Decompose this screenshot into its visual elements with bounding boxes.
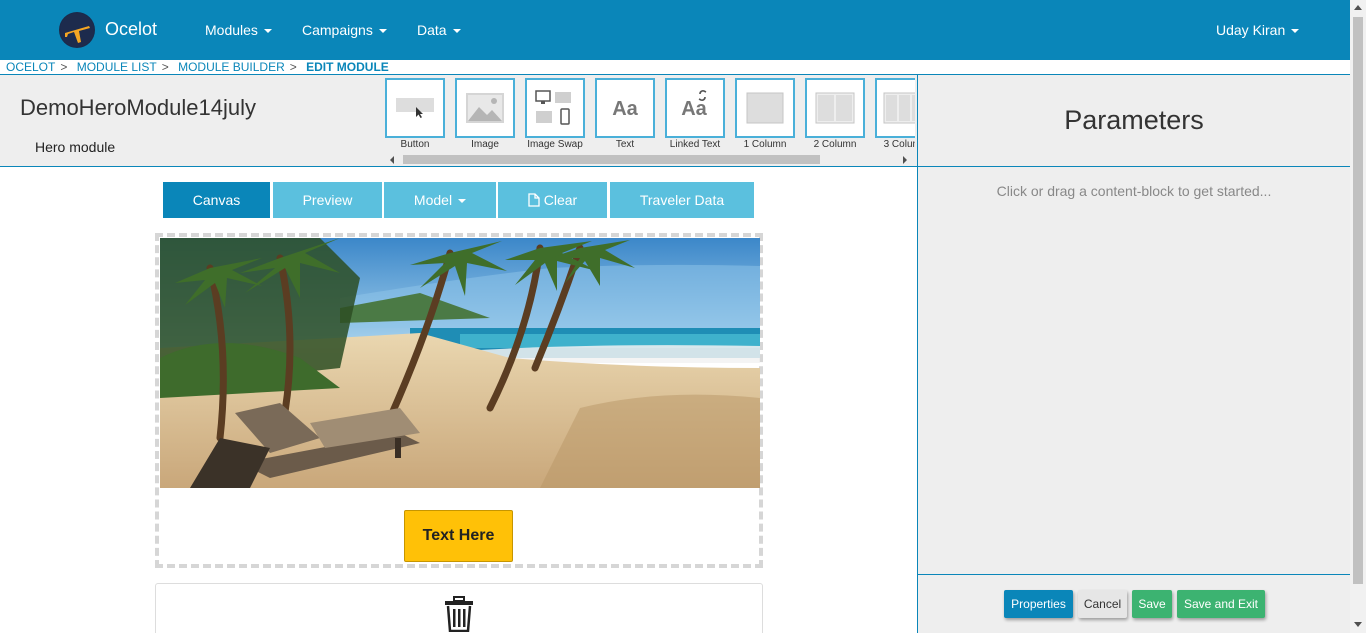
- content-block-image[interactable]: Image: [455, 78, 515, 150]
- clear-label: Clear: [543, 192, 578, 208]
- content-block-image-swap[interactable]: Image Swap: [525, 78, 585, 150]
- breadcrumb-module-builder[interactable]: MODULE BUILDER: [178, 60, 285, 74]
- scroll-right-arrow-icon[interactable]: [903, 156, 907, 164]
- nav-campaigns-menu[interactable]: Campaigns: [302, 22, 387, 38]
- parameters-footer-divider: [918, 574, 1350, 575]
- user-menu[interactable]: Uday Kiran: [1216, 22, 1300, 38]
- svg-text:Aa: Aa: [681, 98, 707, 120]
- module-name: DemoHeroModule14july: [20, 95, 257, 120]
- linked-text-block-icon: Aa: [665, 78, 725, 138]
- tab-canvas[interactable]: Canvas: [163, 182, 270, 218]
- image-swap-block-icon: [525, 78, 585, 138]
- scroll-left-arrow-icon[interactable]: [390, 156, 394, 164]
- nav-campaigns-label: Campaigns: [302, 22, 373, 38]
- content-block-text[interactable]: Aa Text: [595, 78, 655, 150]
- content-block-2-column[interactable]: 2 Column: [805, 78, 865, 150]
- content-block-button[interactable]: Button: [385, 78, 445, 150]
- content-block-label: Image Swap: [527, 139, 583, 150]
- content-block-1-column[interactable]: 1 Column: [735, 78, 795, 150]
- content-block-3-column[interactable]: 3 Column: [875, 78, 915, 150]
- file-icon: [528, 193, 540, 207]
- module-header: DemoHeroModule14july Hero module Button …: [0, 75, 917, 167]
- breadcrumb-ocelot[interactable]: OCELOT: [6, 60, 55, 74]
- parameters-panel: Parameters Click or drag a content-block…: [917, 75, 1350, 633]
- content-block-linked-text[interactable]: Aa Linked Text: [665, 78, 725, 150]
- content-block-label: 3 Column: [883, 139, 915, 150]
- clear-button[interactable]: Clear: [498, 182, 607, 218]
- tab-traveler-data[interactable]: Traveler Data: [610, 182, 754, 218]
- chevron-down-icon: [1291, 29, 1300, 34]
- content-block-palette: Button Image Image Swap Aa Text Aa Linke…: [385, 78, 915, 150]
- user-name: Uday Kiran: [1216, 22, 1286, 38]
- nav-data-label: Data: [417, 22, 447, 38]
- parameters-title: Parameters: [1064, 105, 1204, 135]
- nav-modules-menu[interactable]: Modules: [205, 22, 272, 38]
- content-block-label: 2 Column: [813, 139, 857, 150]
- chevron-down-icon: [452, 29, 461, 34]
- trash-drop-zone[interactable]: [155, 583, 763, 633]
- content-block-label: 1 Column: [743, 139, 787, 150]
- cta-button[interactable]: Text Here: [404, 510, 513, 562]
- properties-button[interactable]: Properties: [1004, 590, 1073, 618]
- brand-name[interactable]: Ocelot: [105, 19, 157, 40]
- two-column-block-icon: [805, 78, 865, 138]
- text-block-icon: Aa: [595, 78, 655, 138]
- breadcrumb-separator: >: [60, 60, 68, 74]
- tab-model[interactable]: Model: [384, 182, 496, 218]
- svg-text:Aa: Aa: [612, 98, 638, 120]
- palette-scrollbar[interactable]: [390, 153, 910, 165]
- trash-icon: [445, 596, 473, 632]
- content-block-label: Text: [615, 139, 635, 150]
- chevron-down-icon: [458, 199, 467, 204]
- hero-module-canvas[interactable]: Text Here: [155, 233, 763, 568]
- button-block-icon: [385, 78, 445, 138]
- module-type: Hero module: [35, 139, 116, 155]
- chevron-down-icon: [378, 29, 387, 34]
- nav-modules-label: Modules: [205, 22, 258, 38]
- nav-data-menu[interactable]: Data: [417, 22, 461, 38]
- save-and-exit-button[interactable]: Save and Exit: [1177, 590, 1265, 618]
- ocelot-logo-icon[interactable]: [59, 12, 95, 48]
- breadcrumb-edit-module: EDIT MODULE: [306, 60, 389, 74]
- cancel-button[interactable]: Cancel: [1078, 590, 1127, 618]
- save-button[interactable]: Save: [1132, 590, 1172, 618]
- page-scrollbar[interactable]: [1350, 0, 1366, 633]
- breadcrumb-separator: >: [289, 60, 297, 74]
- breadcrumb-separator: >: [161, 60, 169, 74]
- parameters-divider: [918, 166, 1350, 167]
- parameters-hint: Click or drag a content-block to get sta…: [996, 183, 1272, 199]
- breadcrumb: OCELOT > MODULE LIST > MODULE BUILDER > EDI…: [6, 60, 389, 74]
- palette-scrollbar-thumb[interactable]: [403, 155, 820, 164]
- content-block-label: Button: [400, 139, 430, 150]
- content-block-label: Linked Text: [669, 139, 721, 150]
- content-block-label: Image: [471, 139, 499, 150]
- tab-preview[interactable]: Preview: [273, 182, 382, 218]
- one-column-block-icon: [735, 78, 795, 138]
- breadcrumb-module-list[interactable]: MODULE LIST: [77, 60, 157, 74]
- hero-image[interactable]: [160, 238, 760, 488]
- scroll-up-arrow-icon[interactable]: [1354, 5, 1362, 10]
- scroll-down-arrow-icon[interactable]: [1354, 622, 1362, 627]
- image-block-icon: [455, 78, 515, 138]
- tab-model-label: Model: [413, 192, 453, 208]
- three-column-block-icon: [875, 78, 915, 138]
- scrollbar-thumb[interactable]: [1353, 17, 1363, 584]
- chevron-down-icon: [263, 29, 272, 34]
- top-navbar: Ocelot Modules Campaigns Data Uday Kiran: [0, 0, 1350, 60]
